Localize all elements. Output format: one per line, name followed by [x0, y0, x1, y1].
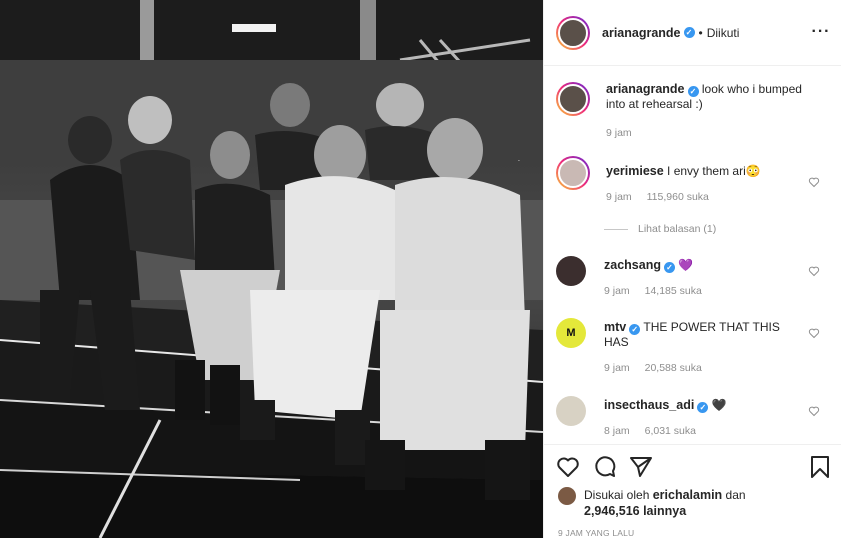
- comment-author[interactable]: zachsang: [604, 258, 661, 272]
- comment-likes[interactable]: 6,031 suka: [645, 425, 696, 437]
- like-comment-heart-icon[interactable]: [808, 176, 820, 188]
- comment-time[interactable]: 9 jam: [604, 285, 630, 297]
- comment-time[interactable]: 9 jam: [606, 191, 632, 203]
- replies-divider: [604, 228, 628, 230]
- likes-conj: dan: [725, 488, 746, 502]
- comment-likes[interactable]: 20,588 suka: [645, 362, 702, 374]
- comment-item: M mtv ✓ THE POWER THAT THIS HAS 9 jam 20,…: [556, 318, 832, 376]
- comment-text: 💜: [678, 258, 694, 272]
- view-replies-label: Lihat balasan (1): [638, 223, 717, 235]
- comment-author[interactable]: insecthaus_adi: [604, 398, 694, 412]
- bookmark-icon[interactable]: [808, 455, 832, 479]
- view-replies-link[interactable]: Lihat balasan (1): [604, 223, 716, 235]
- liker-username[interactable]: erichalamin: [653, 488, 722, 502]
- comments-section: arianagrande ✓ look who i bumped into at …: [544, 66, 841, 444]
- caption-time[interactable]: 9 jam: [606, 127, 632, 139]
- separator-dot: •: [698, 25, 703, 40]
- comment-author[interactable]: mtv: [604, 320, 626, 334]
- likes-count[interactable]: 2,946,516 lainnya: [584, 504, 686, 518]
- like-comment-heart-icon[interactable]: [808, 265, 820, 277]
- comment-likes[interactable]: 14,185 suka: [645, 285, 702, 297]
- verified-badge-icon: ✓: [687, 86, 699, 97]
- like-comment-heart-icon[interactable]: [808, 327, 820, 339]
- comment-avatar[interactable]: [556, 156, 590, 190]
- author-username[interactable]: arianagrande: [602, 26, 681, 40]
- post-header: arianagrande ✓ • Diikuti ···: [544, 0, 841, 66]
- comment-item: zachsang ✓ 💜 9 jam 14,185 suka: [556, 256, 832, 299]
- comment-item: yerimiese I envy them ari😳 9 jam 115,960…: [556, 156, 832, 205]
- verified-badge-icon: ✓: [663, 262, 675, 273]
- verified-badge-icon: ✓: [629, 324, 641, 335]
- post-photo[interactable]: [0, 0, 543, 538]
- comment-likes[interactable]: 115,960 suka: [647, 191, 709, 203]
- caption-avatar[interactable]: [556, 82, 590, 116]
- comment-avatar[interactable]: [556, 396, 586, 426]
- like-comment-heart-icon[interactable]: [808, 405, 820, 417]
- caption: arianagrande ✓ look who i bumped into at …: [556, 82, 832, 141]
- share-icon[interactable]: [629, 455, 653, 479]
- comment-avatar[interactable]: [556, 256, 586, 286]
- follow-button[interactable]: Diikuti: [707, 26, 740, 40]
- post-side-panel: arianagrande ✓ • Diikuti ··· arianagrand…: [543, 0, 841, 538]
- verified-badge-icon: ✓: [697, 402, 709, 413]
- heart-icon[interactable]: [556, 455, 580, 479]
- photo-illustration: [0, 0, 543, 538]
- more-horizontal-icon[interactable]: ···: [810, 22, 832, 42]
- comment-time[interactable]: 8 jam: [604, 425, 630, 437]
- likes-prefix: Disukai oleh: [584, 488, 650, 502]
- comment-item: insecthaus_adi ✓ 🖤 8 jam 6,031 suka: [556, 396, 832, 439]
- liker-avatar[interactable]: [558, 487, 576, 505]
- caption-author[interactable]: arianagrande: [606, 82, 685, 96]
- comment-text: I envy them ari😳: [667, 164, 761, 178]
- author-avatar[interactable]: [556, 15, 590, 50]
- comment-icon[interactable]: [593, 455, 617, 479]
- comment-time[interactable]: 9 jam: [604, 362, 630, 374]
- post-actions: Disukai oleh erichalamin dan 2,946,516 l…: [544, 444, 841, 538]
- verified-badge-icon: ✓: [683, 27, 695, 38]
- comment-author[interactable]: yerimiese: [606, 164, 664, 178]
- post-timestamp[interactable]: 9 JAM YANG LALU: [558, 528, 634, 538]
- mtv-logo-avatar[interactable]: M: [556, 318, 586, 348]
- likes-summary: Disukai oleh erichalamin dan 2,946,516 l…: [558, 487, 746, 519]
- comment-text: 🖤: [711, 398, 727, 412]
